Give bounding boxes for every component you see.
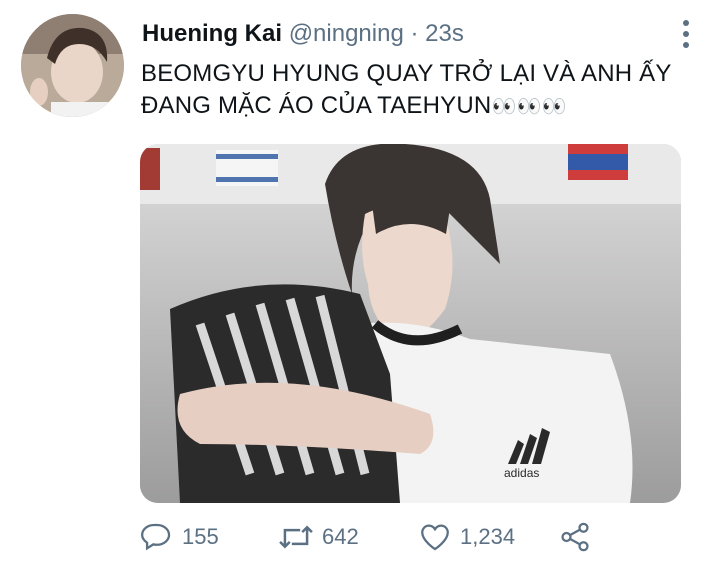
like-button[interactable]: 1,234 — [418, 515, 515, 559]
tweet-header: Huening Kai @ningning · 23s — [142, 18, 464, 50]
reply-count: 155 — [182, 524, 219, 549]
timestamp[interactable]: 23s — [425, 20, 464, 47]
retweet-button[interactable]: 642 — [278, 515, 359, 559]
author-handle[interactable]: @ningning — [289, 20, 404, 47]
tweet-actions: 155 642 1,234 — [140, 515, 600, 559]
like-icon — [421, 524, 449, 551]
reply-button[interactable]: 155 — [140, 515, 219, 559]
reply-icon — [140, 523, 171, 551]
avatar[interactable] — [21, 14, 124, 117]
like-count: 1,234 — [460, 524, 516, 549]
photo: adidas — [140, 144, 681, 503]
share-icon — [561, 522, 589, 552]
avatar-image — [21, 14, 124, 117]
author-name[interactable]: Huening Kai — [142, 20, 282, 47]
tweet-text: BEOMGYU HYUNG QUAY TRỞ LẠI VÀ ANH ẤY ĐAN… — [141, 58, 681, 123]
eyes-emoji: 👀👀👀 — [491, 96, 567, 118]
separator: · — [410, 20, 419, 47]
shirt-brand-text: adidas — [504, 466, 539, 480]
tweet-media-image[interactable]: adidas — [140, 144, 681, 503]
more-options-icon[interactable] — [680, 20, 692, 48]
tweet-body: BEOMGYU HYUNG QUAY TRỞ LẠI VÀ ANH ẤY ĐAN… — [141, 60, 672, 119]
share-button[interactable] — [558, 515, 592, 559]
retweet-icon — [279, 525, 313, 549]
retweet-count: 642 — [322, 524, 359, 549]
